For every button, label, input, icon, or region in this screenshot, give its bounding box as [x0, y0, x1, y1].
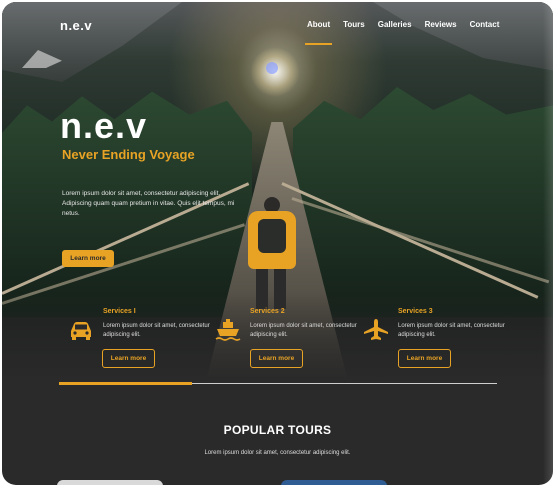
service-description: Lorem ipsum dolor sit amet, consectetur … [250, 323, 357, 338]
service-description: Lorem ipsum dolor sit amet, consectetur … [398, 323, 505, 338]
service-3-learn-more-button[interactable]: Learn more [398, 349, 451, 368]
mountain-shape [2, 2, 182, 82]
site-logo[interactable]: n.e.v [60, 18, 92, 33]
service-title: Services 2 [250, 308, 285, 315]
airplane-icon [364, 319, 388, 340]
lens-flare [266, 62, 278, 74]
forest-right [293, 87, 553, 317]
ship-icon [215, 319, 241, 341]
divider-accent [59, 382, 192, 385]
service-2-learn-more-button[interactable]: Learn more [250, 349, 303, 368]
hero-subtitle: Never Ending Voyage [62, 147, 195, 162]
main-nav: About Tours Galleries Reviews Contact [304, 20, 500, 45]
car-icon [71, 322, 91, 340]
tour-card[interactable] [57, 480, 163, 485]
nav-item-about[interactable]: About [304, 20, 333, 45]
service-title: Services 3 [398, 308, 433, 315]
popular-tours-title: POPULAR TOURS [223, 423, 332, 437]
service-1-learn-more-button[interactable]: Learn more [102, 349, 155, 368]
nav-item-tours[interactable]: Tours [343, 20, 365, 29]
mountain-shape [373, 2, 553, 74]
page: n.e.v About Tours Galleries Reviews Cont… [2, 2, 553, 485]
tour-card[interactable] [281, 480, 387, 485]
hero-description: Lorem ipsum dolor sit amet, consectetur … [62, 190, 235, 217]
nav-item-galleries[interactable]: Galleries [378, 20, 412, 29]
nav-item-contact[interactable]: Contact [470, 20, 500, 29]
service-title: Services I [103, 308, 136, 315]
service-description: Lorem ipsum dolor sit amet, consectetur … [103, 323, 210, 338]
nav-item-reviews[interactable]: Reviews [425, 20, 457, 29]
card-edge-highlight [543, 2, 553, 485]
hero-learn-more-button[interactable]: Learn more [62, 250, 114, 267]
popular-tours-description: Lorem ipsum dolor sit amet, consectetur … [204, 450, 351, 456]
hero-title: n.e.v [60, 105, 148, 146]
